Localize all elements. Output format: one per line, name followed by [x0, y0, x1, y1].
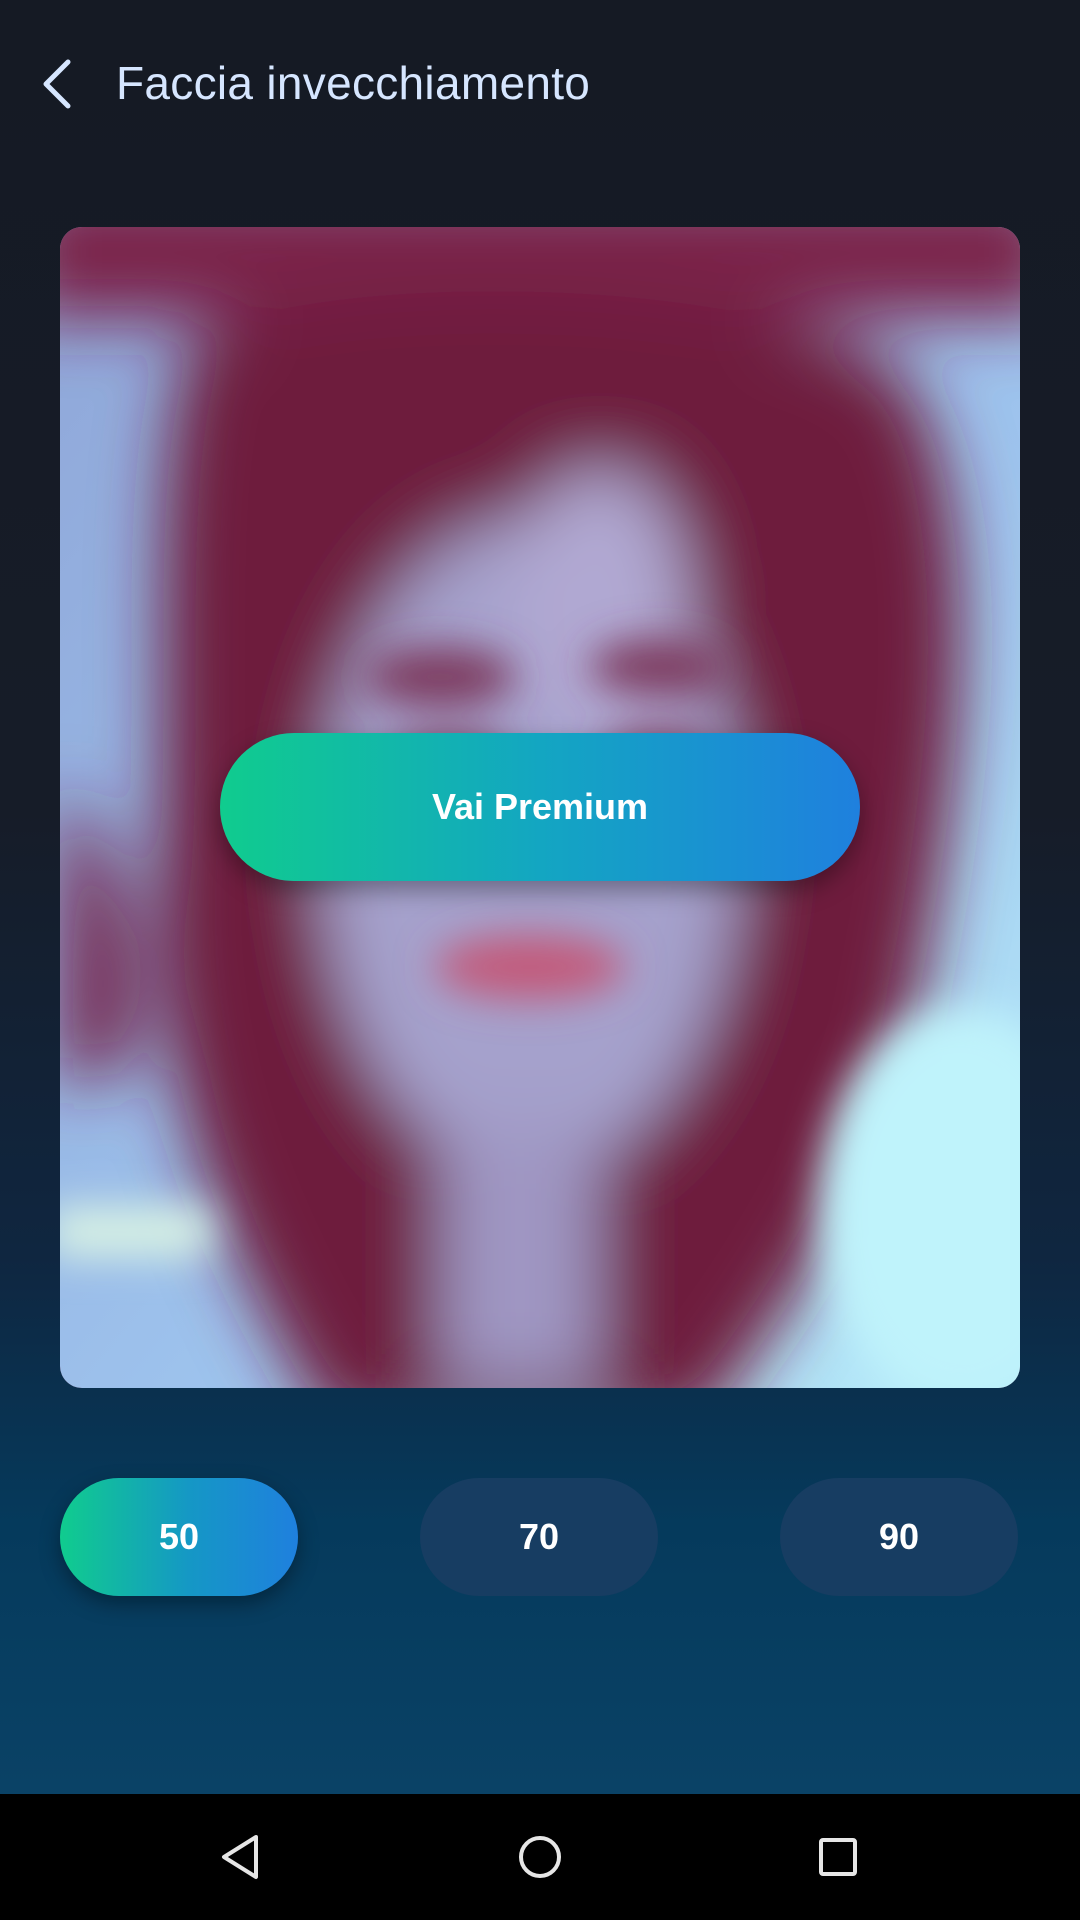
age-option-50[interactable]: 50 — [60, 1478, 298, 1596]
app-screen: Faccia invecchiamento Vai Premium 50 70 … — [0, 0, 1080, 1794]
circle-home-icon — [519, 1836, 561, 1878]
age-option-90[interactable]: 90 — [780, 1478, 1018, 1596]
nav-back-button[interactable] — [200, 1822, 280, 1892]
page-title: Faccia invecchiamento — [116, 57, 591, 109]
square-recents-icon — [819, 1838, 857, 1876]
nav-recents-button[interactable] — [798, 1822, 878, 1892]
triangle-back-icon — [222, 1835, 258, 1879]
back-button[interactable] — [28, 46, 88, 122]
header: Faccia invecchiamento — [0, 0, 1080, 170]
go-premium-button[interactable]: Vai Premium — [220, 733, 860, 881]
system-navigation-bar — [0, 1794, 1080, 1920]
nav-home-button[interactable] — [500, 1822, 580, 1892]
chevron-left-icon — [43, 59, 71, 109]
age-option-70[interactable]: 70 — [420, 1478, 658, 1596]
